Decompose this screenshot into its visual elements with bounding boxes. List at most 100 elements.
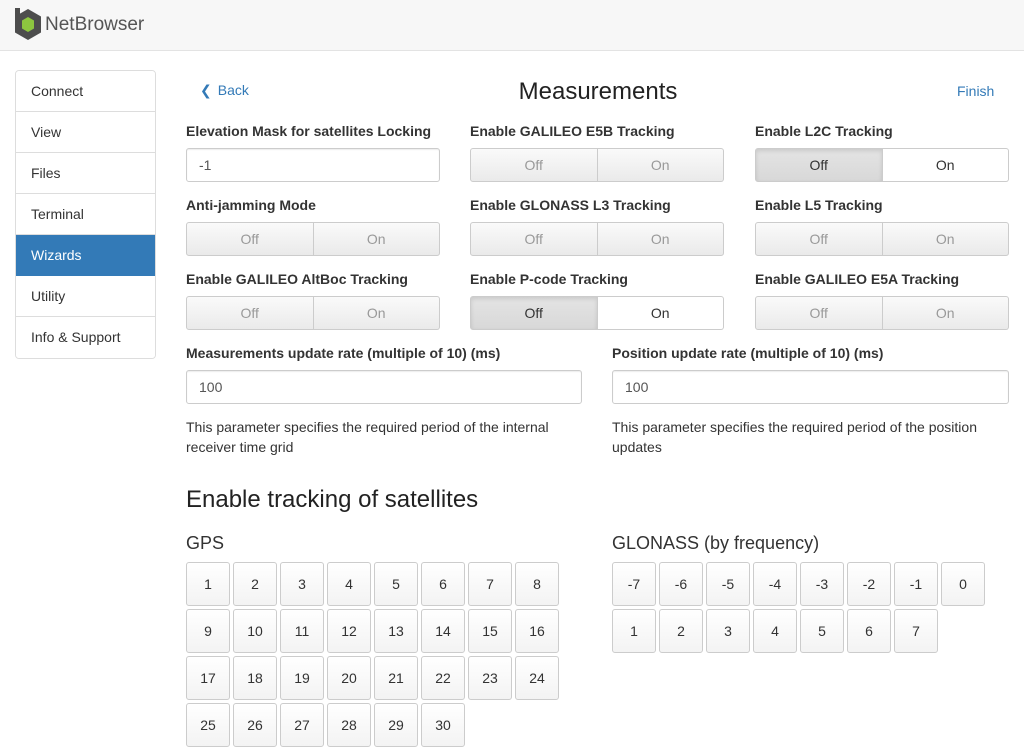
glonass-freq-button[interactable]: 6: [847, 609, 891, 653]
galileo-e5b-off-button[interactable]: Off: [470, 148, 598, 182]
glonass-freq-button[interactable]: 3: [706, 609, 750, 653]
glonass-freq-button[interactable]: -6: [659, 562, 703, 606]
galileo-e5a-on-button[interactable]: On: [882, 296, 1009, 330]
glonass-freq-button[interactable]: -1: [894, 562, 938, 606]
gps-sat-button[interactable]: 11: [280, 609, 324, 653]
sidebar-item-connect[interactable]: Connect: [16, 71, 155, 112]
gps-sat-button[interactable]: 30: [421, 703, 465, 747]
glonass-l3-toggle: Off On: [470, 222, 724, 256]
galileo-e5a-off-button[interactable]: Off: [755, 296, 883, 330]
sidebar-nav: Connect View Files Terminal Wizards Util…: [15, 70, 156, 359]
glonass-freq-button[interactable]: 4: [753, 609, 797, 653]
gps-group-title: GPS: [186, 533, 225, 553]
galileo-altboc-on-button[interactable]: On: [313, 296, 440, 330]
galileo-e5a-label: Enable GALILEO E5A Tracking: [755, 271, 960, 287]
glonass-l3-off-button[interactable]: Off: [470, 222, 598, 256]
pcode-on-button[interactable]: On: [597, 296, 724, 330]
position-rate-help: This parameter specifies the required pe…: [612, 419, 977, 455]
glonass-freq-button[interactable]: 0: [941, 562, 985, 606]
galileo-altboc-off-button[interactable]: Off: [186, 296, 314, 330]
gps-sat-button[interactable]: 18: [233, 656, 277, 700]
gps-sat-button[interactable]: 29: [374, 703, 418, 747]
glonass-freq-button[interactable]: 7: [894, 609, 938, 653]
gps-sat-button[interactable]: 28: [327, 703, 371, 747]
l2c-off-button[interactable]: Off: [755, 148, 883, 182]
back-label: Back: [217, 82, 249, 98]
sidebar-item-terminal[interactable]: Terminal: [16, 194, 155, 235]
l5-off-button[interactable]: Off: [755, 222, 883, 256]
top-bar: NetBrowser: [0, 0, 1024, 51]
glonass-l3-on-button[interactable]: On: [597, 222, 724, 256]
l5-on-button[interactable]: On: [882, 222, 1009, 256]
app-brand: NetBrowser: [45, 14, 145, 35]
netbrowser-logo-icon: [15, 8, 41, 40]
glonass-freq-button[interactable]: -7: [612, 562, 656, 606]
gps-sat-button[interactable]: 17: [186, 656, 230, 700]
sidebar-item-view[interactable]: View: [16, 112, 155, 153]
gps-sat-button[interactable]: 2: [233, 562, 277, 606]
gps-sat-button[interactable]: 12: [327, 609, 371, 653]
glonass-freq-button[interactable]: -3: [800, 562, 844, 606]
gps-sat-button[interactable]: 21: [374, 656, 418, 700]
gps-sat-button[interactable]: 1: [186, 562, 230, 606]
measurements-rate-field: Measurements update rate (multiple of 10…: [186, 345, 582, 404]
galileo-e5b-on-button[interactable]: On: [597, 148, 724, 182]
galileo-e5a-toggle: Off On: [755, 296, 1009, 330]
gps-sat-button[interactable]: 25: [186, 703, 230, 747]
glonass-l3-label: Enable GLONASS L3 Tracking: [470, 197, 671, 213]
glonass-group-title: GLONASS (by frequency): [612, 533, 820, 553]
gps-sat-button[interactable]: 20: [327, 656, 371, 700]
gps-satellite-grid: 1 2 3 4 5 6 7 8 9 10 11 12 13 14 15 16 1…: [186, 562, 559, 747]
gps-sat-button[interactable]: 27: [280, 703, 324, 747]
gps-sat-button[interactable]: 7: [468, 562, 512, 606]
gps-sat-button[interactable]: 14: [421, 609, 465, 653]
l2c-label: Enable L2C Tracking: [755, 123, 893, 139]
gps-sat-button[interactable]: 24: [515, 656, 559, 700]
page-title: Measurements: [518, 78, 678, 105]
galileo-altboc-label: Enable GALILEO AltBoc Tracking: [186, 271, 408, 287]
l2c-on-button[interactable]: On: [882, 148, 1009, 182]
gps-sat-button[interactable]: 3: [280, 562, 324, 606]
sidebar-item-files[interactable]: Files: [16, 153, 155, 194]
gps-sat-button[interactable]: 9: [186, 609, 230, 653]
anti-jamming-off-button[interactable]: Off: [186, 222, 314, 256]
sidebar-item-utility[interactable]: Utility: [16, 276, 155, 317]
glonass-freq-button[interactable]: 5: [800, 609, 844, 653]
gps-sat-button[interactable]: 23: [468, 656, 512, 700]
measurements-rate-input[interactable]: [186, 370, 582, 404]
back-link[interactable]: ❮ Back: [200, 82, 249, 99]
pcode-field: Enable P-code Tracking Off On: [470, 271, 724, 330]
gps-sat-button[interactable]: 4: [327, 562, 371, 606]
gps-sat-button[interactable]: 26: [233, 703, 277, 747]
elevation-mask-input[interactable]: [186, 148, 440, 182]
gps-sat-button[interactable]: 13: [374, 609, 418, 653]
pcode-off-button[interactable]: Off: [470, 296, 598, 330]
sidebar-item-wizards[interactable]: Wizards: [16, 235, 155, 276]
l2c-field: Enable L2C Tracking Off On: [755, 123, 1009, 182]
glonass-freq-button[interactable]: -5: [706, 562, 750, 606]
sidebar-item-info-support[interactable]: Info & Support: [16, 317, 155, 358]
galileo-altboc-field: Enable GALILEO AltBoc Tracking Off On: [186, 271, 440, 330]
position-rate-input[interactable]: [612, 370, 1009, 404]
gps-sat-button[interactable]: 16: [515, 609, 559, 653]
position-rate-field: Position update rate (multiple of 10) (m…: [612, 345, 1009, 404]
gps-sat-button[interactable]: 19: [280, 656, 324, 700]
position-rate-label: Position update rate (multiple of 10) (m…: [612, 345, 884, 361]
gps-sat-button[interactable]: 5: [374, 562, 418, 606]
chevron-left-icon: ❮: [200, 82, 212, 98]
glonass-freq-button[interactable]: 2: [659, 609, 703, 653]
gps-sat-button[interactable]: 8: [515, 562, 559, 606]
gps-sat-button[interactable]: 15: [468, 609, 512, 653]
gps-sat-button[interactable]: 22: [421, 656, 465, 700]
glonass-freq-button[interactable]: 1: [612, 609, 656, 653]
measurements-rate-label: Measurements update rate (multiple of 10…: [186, 345, 501, 361]
galileo-e5b-toggle: Off On: [470, 148, 724, 182]
glonass-freq-button[interactable]: -4: [753, 562, 797, 606]
anti-jamming-on-button[interactable]: On: [313, 222, 440, 256]
glonass-freq-button[interactable]: -2: [847, 562, 891, 606]
galileo-altboc-toggle: Off On: [186, 296, 440, 330]
gps-sat-button[interactable]: 6: [421, 562, 465, 606]
satellites-section-title: Enable tracking of satellites: [186, 486, 479, 513]
finish-link[interactable]: Finish: [957, 83, 994, 99]
gps-sat-button[interactable]: 10: [233, 609, 277, 653]
